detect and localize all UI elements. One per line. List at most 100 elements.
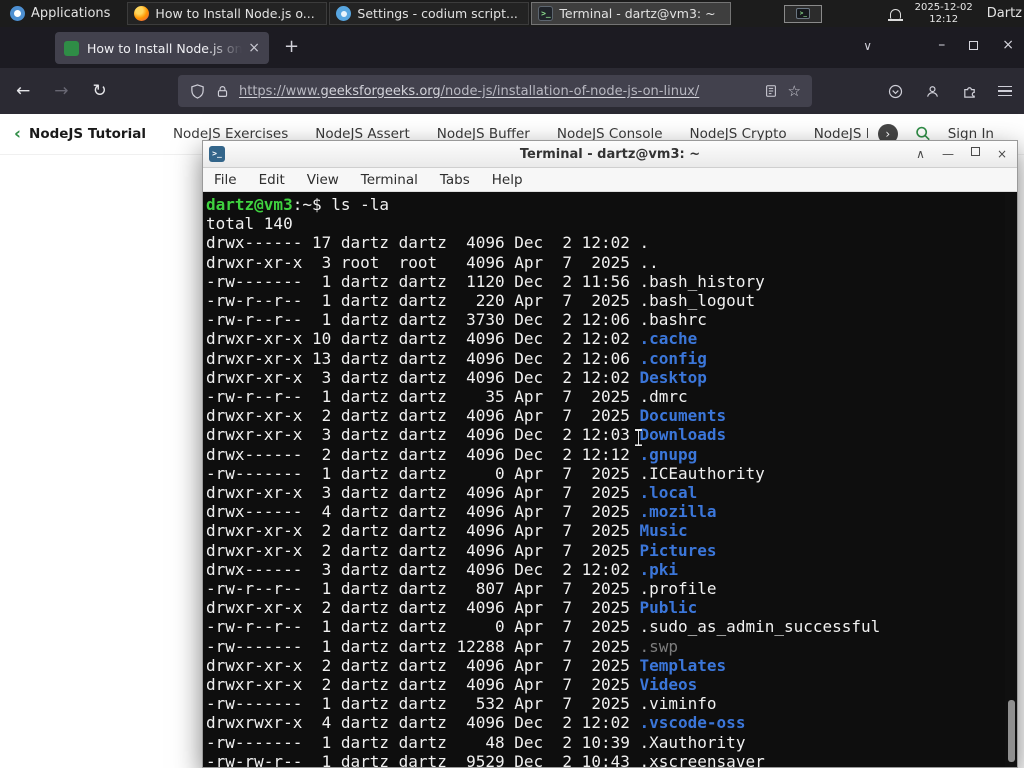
user-label: Dartz xyxy=(986,6,1022,21)
file-name: .profile xyxy=(639,579,717,599)
taskbar-window-terminal[interactable]: >_ Terminal - dartz@vm3: ~ xyxy=(531,2,732,25)
file-name: Pictures xyxy=(639,540,717,560)
file-info: -rw------- 1 dartz dartz 12288 Apr 7 202… xyxy=(206,636,640,656)
terminal-minimize-button[interactable]: — xyxy=(942,147,954,161)
desktop: Applications How to Install Node.js o...… xyxy=(0,0,1024,768)
menu-tabs[interactable]: Tabs xyxy=(429,172,481,188)
clock-time: 12:12 xyxy=(929,13,959,25)
terminal-close-button[interactable]: × xyxy=(997,147,1007,161)
file-info: -rw------- 1 dartz dartz 0 Apr 7 2025 xyxy=(206,463,640,483)
file-name: Music xyxy=(639,521,688,541)
new-tab-button[interactable]: + xyxy=(284,36,299,57)
nav-scroll-left-icon[interactable]: ‹ xyxy=(0,124,29,144)
taskbar-window-firefox[interactable]: How to Install Node.js o... xyxy=(127,2,328,25)
terminal-maximize-button[interactable] xyxy=(970,147,980,156)
taskbar: Applications How to Install Node.js o...… xyxy=(0,0,1024,27)
terminal-app-icon: >_ xyxy=(209,146,225,162)
terminal-window-controls: ∧ — × xyxy=(916,147,1007,161)
window-title: Terminal - dartz@vm3: ~ xyxy=(559,6,716,21)
menu-icon[interactable] xyxy=(998,83,1012,100)
file-row: drwxr-xr-x 3 root root 4096 Apr 7 2025 .… xyxy=(206,253,1017,272)
file-info: drwxr-xr-x 3 root root 4096 Apr 7 2025 xyxy=(206,252,640,272)
terminal-shade-button[interactable]: ∧ xyxy=(916,147,925,161)
notification-bell-icon[interactable] xyxy=(887,8,903,21)
tab-favicon-icon xyxy=(64,40,79,56)
scrollbar-thumb[interactable] xyxy=(1008,700,1015,762)
applications-menu-button[interactable]: Applications xyxy=(0,0,120,27)
file-row: -rw-r--r-- 1 dartz dartz 220 Apr 7 2025 … xyxy=(206,291,1017,310)
file-name: .bash_logout xyxy=(639,291,756,311)
applications-icon xyxy=(10,6,25,21)
file-row: -rw-r--r-- 1 dartz dartz 0 Apr 7 2025 .s… xyxy=(206,617,1017,636)
total-line: total 140 xyxy=(206,214,293,234)
file-name: .config xyxy=(639,348,707,368)
file-info: -rw------- 1 dartz dartz 48 Dec 2 10:39 xyxy=(206,732,640,752)
tracking-shield-icon[interactable] xyxy=(189,83,205,99)
clock[interactable]: 2025-12-02 12:12 xyxy=(915,2,973,26)
window-maximize-button[interactable] xyxy=(969,40,979,50)
menu-edit[interactable]: Edit xyxy=(248,172,296,188)
window-close-button[interactable]: × xyxy=(1002,37,1014,53)
file-row: -rw-rw-r-- 1 dartz dartz 9529 Dec 2 10:4… xyxy=(206,752,1017,767)
file-info: -rw-r--r-- 1 dartz dartz 0 Apr 7 2025 xyxy=(206,617,640,637)
browser-toolbar: ← → ↻ https://www.geeksforgeeks.org/node… xyxy=(0,68,1024,114)
reload-button[interactable]: ↻ xyxy=(93,81,107,101)
url-bar[interactable]: https://www.geeksforgeeks.org/node-js/in… xyxy=(178,75,812,107)
file-info: drwxr-xr-x 3 dartz dartz 4096 Dec 2 12:0… xyxy=(206,367,640,387)
menu-help[interactable]: Help xyxy=(481,172,534,188)
menu-view[interactable]: View xyxy=(296,172,350,188)
file-row: drwxr-xr-x 2 dartz dartz 4096 Apr 7 2025… xyxy=(206,675,1017,694)
text-cursor xyxy=(634,429,643,446)
file-row: -rw------- 1 dartz dartz 48 Dec 2 10:39 … xyxy=(206,733,1017,752)
window-controls: – × xyxy=(938,37,1014,53)
file-info: drwxr-xr-x 2 dartz dartz 4096 Apr 7 2025 xyxy=(206,406,640,426)
file-info: -rw------- 1 dartz dartz 1120 Dec 2 11:5… xyxy=(206,271,640,291)
file-name: . xyxy=(639,233,650,253)
pocket-icon[interactable] xyxy=(887,83,903,99)
file-row: drwxrwxr-x 4 dartz dartz 4096 Dec 2 12:0… xyxy=(206,713,1017,732)
bookmark-star-icon[interactable]: ☆ xyxy=(788,82,801,100)
nav-item-nodejs-tutorial[interactable]: NodeJS Tutorial xyxy=(29,126,146,142)
file-info: -rw------- 1 dartz dartz 532 Apr 7 2025 xyxy=(206,694,640,714)
file-name: .xscreensaver xyxy=(639,751,765,767)
extensions-icon[interactable] xyxy=(961,83,977,99)
browser-tab[interactable]: How to Install Node.js on × xyxy=(55,32,269,64)
list-all-tabs-icon[interactable]: ∨ xyxy=(863,39,872,53)
terminal-titlebar[interactable]: >_ Terminal - dartz@vm3: ~ ∧ — × xyxy=(203,141,1017,168)
forward-button[interactable]: → xyxy=(54,81,68,101)
lock-icon[interactable] xyxy=(214,83,230,99)
file-name: .sudo_as_admin_successful xyxy=(639,617,881,637)
prompt-line: dartz@vm3:~$ ls -la xyxy=(206,195,1017,214)
file-name: .viminfo xyxy=(639,694,717,714)
file-name: .cache xyxy=(639,329,698,349)
reader-mode-icon[interactable] xyxy=(763,83,779,99)
file-name: .pki xyxy=(639,559,679,579)
file-info: drwxr-xr-x 10 dartz dartz 4096 Dec 2 12:… xyxy=(206,329,640,349)
nav-buttons: ← → ↻ xyxy=(0,81,107,101)
file-row: drwxr-xr-x 2 dartz dartz 4096 Apr 7 2025… xyxy=(206,541,1017,560)
terminal-output[interactable]: dartz@vm3:~$ ls -la total 140 drwx------… xyxy=(203,193,1017,767)
tab-close-icon[interactable]: × xyxy=(242,40,260,56)
file-name: .bash_history xyxy=(639,271,765,291)
workspace-terminal-icon: >_ xyxy=(796,8,811,19)
window-minimize-button[interactable]: – xyxy=(938,37,945,53)
workspace-switcher[interactable]: >_ xyxy=(784,4,823,23)
file-name: Templates xyxy=(639,655,727,675)
file-info: -rw-rw-r-- 1 dartz dartz 9529 Dec 2 10:4… xyxy=(206,751,640,767)
file-info: drwxr-xr-x 2 dartz dartz 4096 Apr 7 2025 xyxy=(206,655,640,675)
back-button[interactable]: ← xyxy=(16,81,30,101)
file-row: drwx------ 4 dartz dartz 4096 Apr 7 2025… xyxy=(206,502,1017,521)
taskbar-window-settings[interactable]: Settings - codium script... xyxy=(329,2,530,25)
file-listing: drwx------ 17 dartz dartz 4096 Dec 2 12:… xyxy=(206,233,1017,767)
window-title: Settings - codium script... xyxy=(357,6,518,21)
file-row: -rw------- 1 dartz dartz 0 Apr 7 2025 .I… xyxy=(206,464,1017,483)
file-row: -rw-r--r-- 1 dartz dartz 807 Apr 7 2025 … xyxy=(206,579,1017,598)
file-row: drwx------ 3 dartz dartz 4096 Dec 2 12:0… xyxy=(206,560,1017,579)
menu-terminal[interactable]: Terminal xyxy=(350,172,429,188)
terminal-scrollbar[interactable] xyxy=(1005,193,1017,767)
file-name: .vscode-oss xyxy=(639,713,746,733)
file-name: .ICEauthority xyxy=(639,463,765,483)
url-text: https://www.geeksforgeeks.org/node-js/in… xyxy=(239,83,700,99)
account-icon[interactable] xyxy=(924,83,940,99)
menu-file[interactable]: File xyxy=(203,172,248,188)
